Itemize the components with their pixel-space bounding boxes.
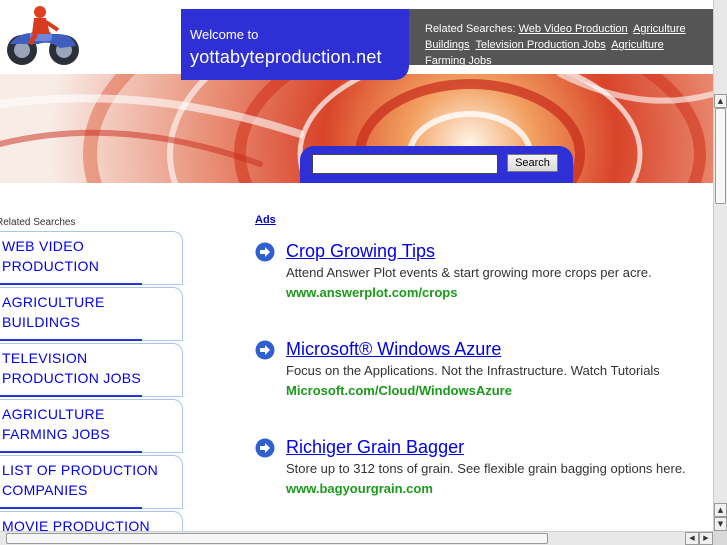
horizontal-scrollbar[interactable]: ◀ ▶ xyxy=(0,531,713,545)
ad-title-link[interactable]: Crop Growing Tips xyxy=(286,241,435,262)
sidebar-item-label: List of Production xyxy=(2,462,159,478)
arrow-right-circle-icon[interactable] xyxy=(255,438,275,458)
related-link-web-video-production[interactable]: Web Video Production xyxy=(519,23,628,35)
sidebar-item-label: Agriculture xyxy=(2,406,105,422)
sidebar-item-label: Buildings xyxy=(2,314,81,330)
sidebar-item-label: Web Video xyxy=(2,238,85,254)
ad-description: Focus on the Applications. Not the Infra… xyxy=(286,363,660,378)
ad-url-link[interactable]: Microsoft.com/Cloud/WindowsAzure xyxy=(286,383,512,398)
sidebar-title: Related Searches xyxy=(0,217,76,228)
related-searches-header: Related Searches: Web Video Production A… xyxy=(402,9,713,65)
sidebar-item-label: Agriculture xyxy=(2,294,105,310)
related-searches-label: Related Searches: xyxy=(425,23,516,35)
scroll-up-arrow-icon[interactable]: ▲ xyxy=(714,503,727,517)
ad-description: Attend Answer Plot events & start growin… xyxy=(286,265,652,280)
motorcycle-logo-icon xyxy=(7,6,79,65)
sidebar-item-label: Production xyxy=(2,258,100,274)
welcome-label: Welcome to xyxy=(190,27,259,42)
arrow-right-circle-icon[interactable] xyxy=(255,340,275,360)
sidebar-item-web-video-production[interactable]: Web Video Production xyxy=(0,231,183,285)
sidebar-item-agriculture-buildings[interactable]: Agriculture Buildings xyxy=(0,287,183,341)
domain-title: yottabyteproduction.net xyxy=(190,47,382,67)
ad-url-link[interactable]: www.bagyourgrain.com xyxy=(286,481,433,496)
scroll-up-arrow-icon[interactable]: ▲ xyxy=(714,94,727,108)
search-panel: Search xyxy=(300,146,573,183)
ad-description: Store up to 312 tons of grain. See flexi… xyxy=(286,461,686,476)
scrollbar-corner xyxy=(713,531,727,545)
ad-title-link[interactable]: Microsoft® Windows Azure xyxy=(286,339,501,360)
horizontal-scroll-thumb[interactable] xyxy=(6,533,548,544)
vertical-scrollbar[interactable]: ▲ ▲ ▼ xyxy=(713,0,727,531)
scroll-left-arrow-icon[interactable]: ◀ xyxy=(685,532,699,545)
scroll-down-arrow-icon[interactable]: ▼ xyxy=(714,517,727,531)
sidebar-item-agriculture-farming-jobs[interactable]: Agriculture Farming Jobs xyxy=(0,399,183,453)
related-link-television-production-jobs[interactable]: Television Production Jobs xyxy=(476,39,606,51)
sidebar-item-label: Production Jobs xyxy=(2,370,142,386)
search-button[interactable]: Search xyxy=(507,154,558,172)
sidebar-item-television-production-jobs[interactable]: Television Production Jobs xyxy=(0,343,183,397)
sidebar-item-label: Farming Jobs xyxy=(2,426,110,442)
sidebar-item-label: Television xyxy=(2,350,88,366)
sidebar-item-list-of-production-companies[interactable]: List of Production Companies xyxy=(0,455,183,509)
search-input[interactable] xyxy=(312,154,498,174)
related-searches-list: Web Video Production Agriculture Buildin… xyxy=(0,231,183,545)
sidebar-item-label: Companies xyxy=(2,482,88,498)
welcome-box: Welcome to yottabyteproduction.net xyxy=(181,9,409,80)
vertical-scroll-thumb[interactable] xyxy=(715,108,726,204)
scroll-right-arrow-icon[interactable]: ▶ xyxy=(699,532,713,545)
ad-url-link[interactable]: www.answerplot.com/crops xyxy=(286,285,457,300)
ads-label[interactable]: Ads xyxy=(255,214,276,226)
arrow-right-circle-icon[interactable] xyxy=(255,242,275,262)
ad-title-link[interactable]: Richiger Grain Bagger xyxy=(286,437,464,458)
